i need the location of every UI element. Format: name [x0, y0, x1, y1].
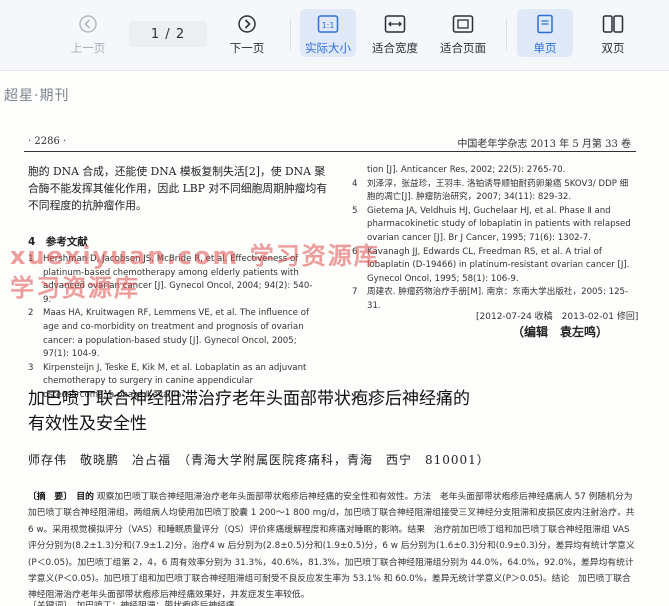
reference-item: 2 Maas HA, Kruitwagen RF, Lemmens VE, et …: [28, 307, 318, 361]
reference-item: 6 Kavanagh JJ, Edwards CL, Freedman RS, e…: [352, 246, 634, 287]
single-page-label: 单页: [533, 41, 557, 55]
chevron-right-circle-icon: [237, 12, 257, 36]
toolbar-divider: [290, 18, 291, 50]
references-right: tion [J]. Anticancer Res, 2002; 22(5): 2…: [352, 164, 634, 314]
chevron-left-circle-icon: [78, 12, 98, 36]
next-page-label: 下一页: [229, 41, 265, 55]
abstract-label: 〔摘 要〕 目的: [28, 492, 94, 502]
fit-width-button[interactable]: 适合宽度: [366, 9, 424, 57]
keywords-line: 〔关键词〕 加巴喷丁；神经阻滞；带状疱疹后神经痛: [28, 601, 235, 606]
reference-text: 周建农. 肿瘤药物治疗手册[M]. 南京：东南大学出版社，2005: 125-3…: [367, 287, 629, 311]
reference-number: 5: [352, 205, 358, 216]
reference-text: Kavanagh JJ, Edwards CL, Freedman RS, et…: [367, 246, 630, 284]
received-dates: [2012-07-24 收稿 2013-02-01 修回]: [476, 312, 639, 322]
two-page-icon: [602, 12, 624, 36]
reference-number: 3: [28, 362, 34, 373]
references-left: 1 Hershman D, Jacobson JS, McBride R, et …: [28, 253, 318, 403]
reference-text: Maas HA, Kruitwagen RF, Lemmens VE, et a…: [43, 308, 309, 360]
fit-width-icon: [384, 12, 406, 36]
reference-text: 刘泽淳，张益珍，王羽丰. 洛铂诱导顺铂耐药卵巢癌 SKOV3/ DDP 细胞的凋…: [367, 178, 629, 203]
reference-item: 5 Gietema JA, Veldhuis HJ, Guchelaar HJ, …: [352, 205, 634, 246]
reference-number: 6: [352, 246, 358, 257]
editor-note: （编辑 袁左鸣）: [512, 325, 609, 339]
reference-item: tion [J]. Anticancer Res, 2002; 22(5): 2…: [352, 164, 634, 178]
reference-text: Gietema JA, Veldhuis HJ, Guchelaar HJ, e…: [367, 205, 631, 243]
page-number-input[interactable]: 1 / 2: [129, 21, 207, 47]
authors-line: 师存伟 敬晓鹏 冶占福 （青海大学附属医院疼痛科，青海 西宁 810001）: [28, 453, 490, 467]
article-title-line: 加巴喷丁联合神经阻滞治疗老年头面部带状疱疹后神经痛的: [28, 389, 470, 409]
article-title-line: 有效性及安全性: [28, 414, 147, 434]
single-page-icon: [536, 12, 554, 36]
brand-logo: 超星·期刊: [4, 88, 70, 104]
prev-page-button[interactable]: 上一页: [60, 9, 116, 57]
two-page-label: 双页: [601, 41, 625, 55]
article-title: 加巴喷丁联合神经阻滞治疗老年头面部带状疱疹后神经痛的 有效性及安全性: [28, 387, 588, 437]
single-page-button[interactable]: 单页: [517, 9, 573, 57]
svg-text:1:1: 1:1: [322, 21, 335, 30]
viewer-toolbar: 上一页 1 / 2 下一页 1:1 实际大小 适合宽度 适合页面 单页 双页: [0, 0, 669, 71]
abstract: 〔摘 要〕 目的 观察加巴喷丁联合神经阻滞治疗老年头面部带状疱疹后神经痛的安全性…: [28, 489, 636, 604]
abstract-text: 观察加巴喷丁联合神经阻滞治疗老年头面部带状疱疹后神经痛的安全性和有效性。方法 老…: [28, 492, 635, 601]
actual-size-button[interactable]: 1:1 实际大小: [300, 9, 356, 57]
fit-page-label: 适合页面: [440, 41, 486, 55]
reference-item: 4 刘泽淳，张益珍，王羽丰. 洛铂诱导顺铂耐药卵巢癌 SKOV3/ DDP 细胞的…: [352, 178, 634, 205]
document-page: 超星·期刊 · 2286 · 中国老年学杂志 2013 年 5 月第 33 卷 …: [0, 71, 669, 606]
reference-item: 1 Hershman D, Jacobson JS, McBride R, et …: [28, 253, 318, 307]
journal-header: 中国老年学杂志 2013 年 5 月第 33 卷: [457, 139, 631, 150]
actual-size-icon: 1:1: [317, 12, 339, 36]
fit-page-button[interactable]: 适合页面: [434, 9, 492, 57]
two-page-button[interactable]: 双页: [585, 9, 641, 57]
fit-width-label: 适合宽度: [372, 41, 418, 55]
reference-text: Hershman D, Jacobson JS, McBride R, et a…: [43, 254, 313, 305]
next-page-button[interactable]: 下一页: [219, 9, 275, 57]
reference-number: 7: [352, 287, 358, 298]
reference-number: 4: [352, 178, 358, 189]
body-text-left: 胞的 DNA 合成，还能使 DNA 模板复制失活[2]，使 DNA 聚合酶不能发…: [28, 163, 332, 214]
page-number: · 2286 ·: [28, 136, 67, 147]
reference-number: 1: [28, 254, 34, 264]
header-rule: [24, 151, 636, 152]
references-heading: 4 参考文献: [28, 236, 88, 248]
reference-text: tion [J]. Anticancer Res, 2002; 22(5): 2…: [367, 165, 566, 175]
fit-page-icon: [452, 12, 474, 36]
reference-number: 2: [28, 308, 34, 319]
toolbar-divider: [506, 18, 507, 50]
prev-page-label: 上一页: [70, 41, 106, 55]
body-paragraph: 胞的 DNA 合成，还能使 DNA 模板复制失活[2]，使 DNA 聚合酶不能发…: [28, 165, 328, 212]
actual-size-label: 实际大小: [305, 41, 351, 55]
